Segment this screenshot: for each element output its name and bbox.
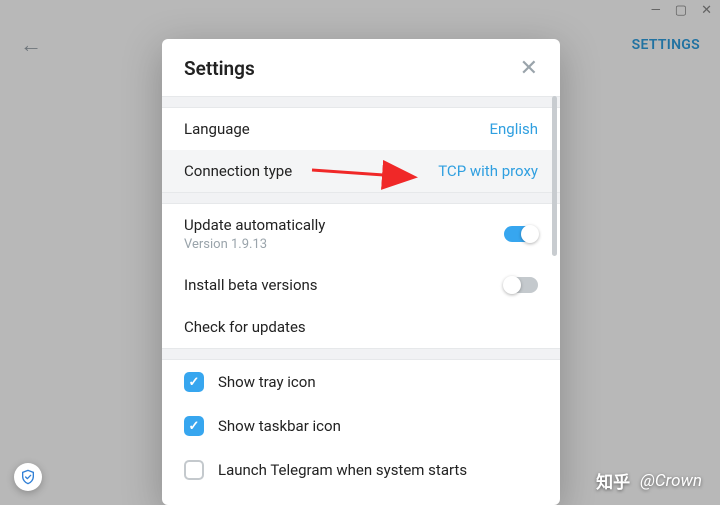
launch-start-row[interactable]: Launch Telegram when system starts: [162, 448, 560, 492]
language-row[interactable]: Language English: [162, 108, 560, 150]
tray-icon-row[interactable]: Show tray icon: [162, 360, 560, 404]
watermark: 知乎 @Crown: [596, 468, 702, 493]
update-automatically-row[interactable]: Update automatically Version 1.9.13: [162, 204, 560, 264]
connection-type-row[interactable]: Connection type TCP with proxy: [162, 150, 560, 192]
shield-check-icon: [20, 469, 36, 485]
tray-icon-label: Show tray icon: [218, 373, 316, 391]
launch-start-checkbox[interactable]: [184, 460, 204, 480]
connection-type-value: TCP with proxy: [438, 162, 538, 180]
watermark-site: 知乎: [596, 468, 630, 493]
taskbar-icon-row[interactable]: Show taskbar icon: [162, 404, 560, 448]
close-icon[interactable]: ✕: [520, 58, 538, 80]
modal-scroll-area: Language English Connection type TCP wit…: [162, 96, 560, 505]
update-auto-toggle[interactable]: [504, 226, 538, 242]
taskbar-icon-checkbox[interactable]: [184, 416, 204, 436]
language-value: English: [489, 120, 538, 138]
launch-start-label: Launch Telegram when system starts: [218, 461, 467, 479]
install-beta-row[interactable]: Install beta versions: [162, 264, 560, 306]
install-beta-toggle[interactable]: [504, 277, 538, 293]
language-label: Language: [184, 120, 250, 138]
settings-modal: Settings ✕ Language English Connection t…: [162, 39, 560, 505]
scrollbar-thumb[interactable]: [552, 96, 557, 256]
shield-badge[interactable]: [14, 463, 42, 491]
modal-title: Settings: [184, 57, 255, 80]
check-updates-label: Check for updates: [184, 318, 306, 336]
section-separator: [162, 348, 560, 360]
install-beta-label: Install beta versions: [184, 276, 318, 294]
taskbar-icon-label: Show taskbar icon: [218, 417, 341, 435]
check-updates-row[interactable]: Check for updates: [162, 306, 560, 348]
update-auto-label: Update automatically: [184, 216, 325, 234]
connection-type-label: Connection type: [184, 162, 292, 180]
watermark-user: @Crown: [640, 471, 702, 491]
modal-header: Settings ✕: [162, 39, 560, 96]
section-separator: [162, 192, 560, 204]
section-separator: [162, 96, 560, 108]
version-text: Version 1.9.13: [184, 237, 325, 252]
tray-icon-checkbox[interactable]: [184, 372, 204, 392]
